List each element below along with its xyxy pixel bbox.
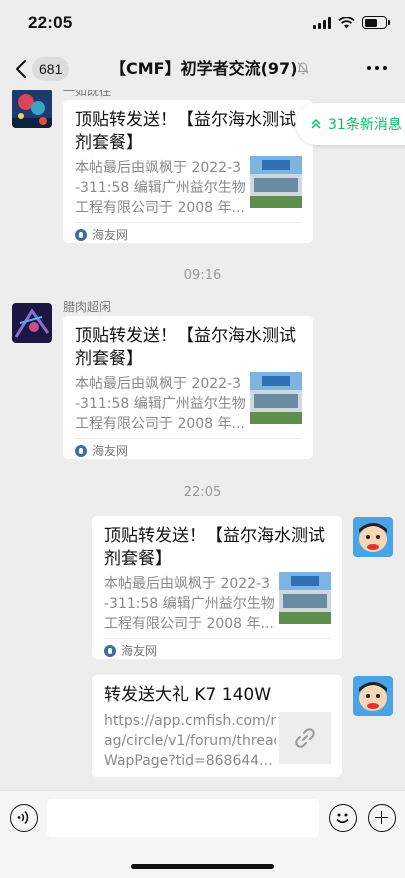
chat-title[interactable]: 【CMF】初学者交流(97) bbox=[110, 57, 298, 81]
add-attachment-icon[interactable] bbox=[368, 804, 396, 832]
wifi-icon bbox=[338, 16, 355, 28]
chat-screen: 22:05 681 【CMF】初学者交流(97) 一如既往 顶贴转发送！【益尔海… bbox=[0, 0, 405, 878]
sender-avatar[interactable] bbox=[12, 303, 52, 343]
link-card[interactable]: 顶贴转发送！【益尔海水测试剂套餐】 本帖最后由飒枫于 2022-3 -311:58… bbox=[63, 316, 313, 459]
status-bar: 22:05 bbox=[0, 0, 405, 48]
source-logo-icon bbox=[75, 228, 87, 241]
status-time: 22:05 bbox=[28, 13, 73, 32]
card-description: 本帖最后由飒枫于 2022-3 -311:58 编辑广州益尔生物 工程有限公司于 2… bbox=[75, 376, 246, 432]
time-separator: 09:16 bbox=[183, 268, 222, 283]
card-source: 海友网 bbox=[75, 442, 128, 459]
link-thumbnail bbox=[279, 712, 331, 764]
card-title: 顶贴转发送！【益尔海水测试剂套餐】 bbox=[75, 326, 296, 369]
status-icons bbox=[313, 16, 390, 29]
self-avatar[interactable] bbox=[353, 676, 393, 716]
emoji-icon[interactable] bbox=[329, 804, 357, 832]
battery-icon bbox=[362, 16, 390, 29]
source-logo-icon bbox=[104, 644, 116, 657]
card-title: 转发送大礼 K7 140W bbox=[104, 685, 272, 705]
card-source: 海友网 bbox=[75, 226, 128, 243]
card-thumbnail bbox=[250, 156, 302, 208]
card-thumbnail bbox=[250, 372, 302, 424]
self-avatar[interactable] bbox=[353, 517, 393, 557]
card-thumbnail bbox=[279, 572, 331, 624]
unread-count-badge[interactable]: 681 bbox=[32, 57, 70, 81]
message-input[interactable] bbox=[47, 799, 319, 837]
new-messages-button[interactable]: 31条新消息 bbox=[296, 103, 405, 145]
back-icon[interactable] bbox=[12, 56, 32, 82]
link-card[interactable]: 顶贴转发送！【益尔海水测试剂套餐】 本帖最后由飒枫于 2022-3 -311:58… bbox=[63, 100, 313, 243]
voice-input-icon[interactable] bbox=[10, 804, 38, 832]
home-indicator[interactable] bbox=[131, 864, 274, 869]
card-title: 顶贴转发送！【益尔海水测试剂套餐】 bbox=[104, 526, 325, 569]
card-description: 本帖最后由飒枫于 2022-3 -311:58 编辑广州益尔生物 工程有限公司于 2… bbox=[104, 576, 275, 632]
card-description: 本帖最后由飒枫于 2022-3 -311:58 编辑广州益尔生物 工程有限公司于 2… bbox=[75, 160, 246, 216]
source-logo-icon bbox=[75, 444, 87, 457]
link-card[interactable]: 顶贴转发送！【益尔海水测试剂套餐】 本帖最后由飒枫于 2022-3 -311:58… bbox=[92, 516, 342, 659]
card-description: https://app.cmfish.com/m ag/circle/v1/for… bbox=[104, 713, 276, 769]
message-item: 腊肉超闲 顶贴转发送！【益尔海水测试剂套餐】 本帖最后由飒枫于 2022-3 -3… bbox=[0, 294, 405, 464]
link-icon bbox=[295, 728, 315, 748]
mute-bell-icon bbox=[297, 62, 309, 75]
time-separator: 22:05 bbox=[183, 485, 222, 500]
message-item-self: 转发送大礼 K7 140W https://app.cmfish.com/m ag… bbox=[0, 675, 405, 780]
card-source: 海友网 bbox=[104, 642, 157, 659]
sender-name: 腊肉超闲 bbox=[63, 300, 112, 314]
more-options-icon[interactable] bbox=[367, 66, 387, 70]
nav-bar: 681 【CMF】初学者交流(97) bbox=[0, 48, 405, 90]
card-title: 顶贴转发送！【益尔海水测试剂套餐】 bbox=[75, 110, 296, 153]
sender-avatar[interactable] bbox=[12, 90, 52, 128]
chat-area[interactable]: 一如既往 顶贴转发送！【益尔海水测试剂套餐】 本帖最后由飒枫于 2022-3 -3… bbox=[0, 90, 405, 790]
double-chevron-up-icon bbox=[311, 118, 321, 129]
sender-name: 一如既往 bbox=[63, 90, 112, 98]
new-messages-label: 31条新消息 bbox=[328, 117, 402, 133]
message-item-self: 顶贴转发送！【益尔海水测试剂套餐】 本帖最后由飒枫于 2022-3 -311:58… bbox=[0, 516, 405, 666]
signal-icon bbox=[313, 16, 331, 29]
link-card[interactable]: 转发送大礼 K7 140W https://app.cmfish.com/m ag… bbox=[92, 675, 342, 777]
